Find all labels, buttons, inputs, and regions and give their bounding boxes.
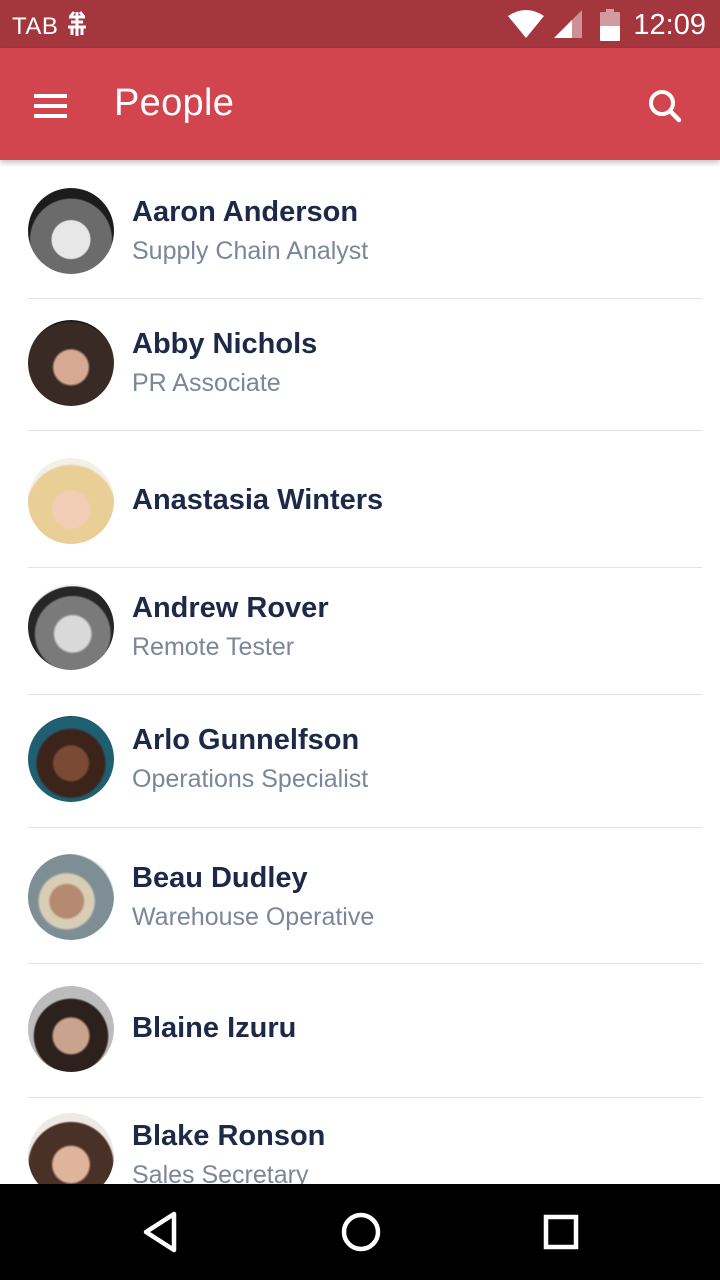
list-item[interactable]: Blake Ronson Sales Secretary (0, 1098, 720, 1184)
signal-icon (554, 10, 582, 38)
person-name: Anastasia Winters (132, 484, 384, 516)
person-role: Sales Secretary (132, 1161, 309, 1184)
person-name: Blaine Izuru (132, 1012, 297, 1044)
wifi-icon (508, 10, 544, 38)
list-item[interactable]: Arlo Gunnelfson Operations Specialist (0, 695, 720, 828)
avatar (28, 986, 114, 1072)
list-item[interactable]: Anastasia Winters (0, 431, 720, 568)
recents-button[interactable] (536, 1204, 586, 1265)
recents-icon (543, 1214, 579, 1250)
hamburger-menu-icon (34, 94, 67, 118)
back-icon (143, 1211, 177, 1253)
home-icon (341, 1212, 381, 1252)
list-item[interactable]: Andrew Rover Remote Tester (0, 568, 720, 695)
avatar (28, 584, 114, 670)
person-role: Operations Specialist (132, 765, 369, 793)
person-role: Remote Tester (132, 633, 295, 661)
home-button[interactable] (336, 1204, 386, 1265)
person-name: Abby Nichols (132, 328, 318, 360)
person-role: PR Associate (132, 369, 281, 397)
list-item[interactable]: Aaron Anderson Supply Chain Analyst (0, 160, 720, 299)
person-name: Aaron Anderson (132, 196, 359, 228)
list-item[interactable]: Abby Nichols PR Associate (0, 299, 720, 431)
avatar (28, 716, 114, 802)
search-icon (649, 90, 682, 123)
avatar (28, 854, 114, 940)
person-name: Blake Ronson (132, 1120, 326, 1152)
person-name: Andrew Rover (132, 592, 329, 624)
person-name: Beau Dudley (132, 862, 308, 894)
person-role: Supply Chain Analyst (132, 237, 369, 265)
person-role: Warehouse Operative (132, 903, 375, 931)
battery-icon (600, 9, 620, 41)
avatar (28, 320, 114, 406)
avatar (28, 458, 114, 544)
avatar (28, 188, 114, 274)
back-button[interactable] (136, 1204, 184, 1265)
carrier-label: TAB (12, 13, 59, 40)
status-bar: TAB 12:09 (0, 0, 720, 48)
page-title: People (114, 82, 235, 124)
list-item[interactable]: Blaine Izuru (0, 964, 720, 1098)
menu-button[interactable] (22, 78, 78, 134)
carrier-network-icon (68, 11, 86, 36)
avatar (28, 1113, 114, 1184)
list-item[interactable]: Beau Dudley Warehouse Operative (0, 828, 720, 964)
status-clock: 12:09 (633, 9, 706, 41)
app-bar: People (0, 48, 720, 160)
people-list: Aaron Anderson Supply Chain Analyst Abby… (0, 160, 720, 1184)
system-nav-bar (0, 1184, 720, 1280)
search-button[interactable] (636, 78, 692, 134)
person-name: Arlo Gunnelfson (132, 724, 360, 756)
